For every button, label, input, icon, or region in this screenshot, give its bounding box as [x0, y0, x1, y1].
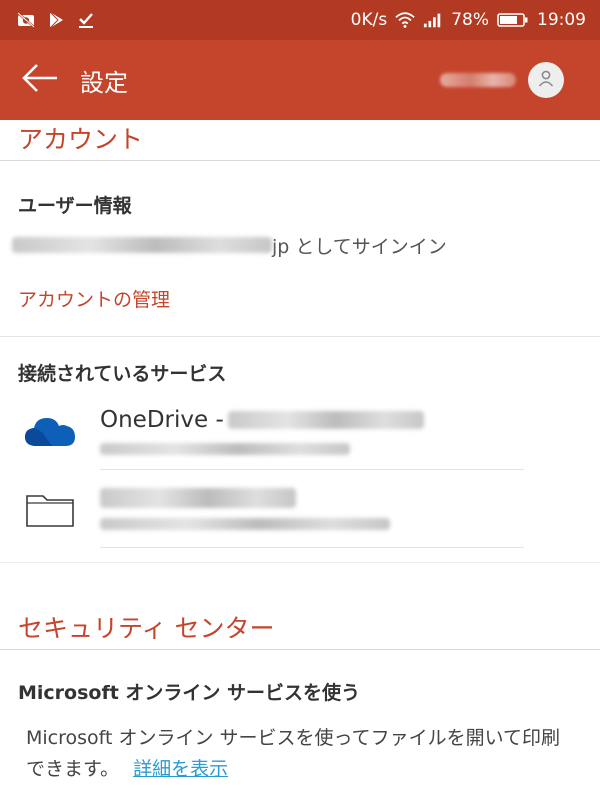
service-name: OneDrive -: [100, 407, 524, 433]
battery-percent: 78%: [451, 10, 489, 30]
network-speed: 0K/s: [350, 10, 388, 30]
play-store-icon: [46, 10, 66, 30]
clock: 19:09: [537, 10, 586, 30]
avatar[interactable]: [528, 62, 564, 98]
service-onedrive[interactable]: OneDrive -: [0, 392, 600, 470]
service-sharepoint-site[interactable]: [0, 470, 600, 548]
service-onedrive-details: OneDrive -: [100, 392, 524, 470]
security-section-header: セキュリティ センター: [18, 614, 275, 643]
settings-content: アカウント ユーザー情報 jp としてサインイン アカウントの管理 接続されてい…: [0, 120, 600, 785]
service-url-redacted: [100, 442, 350, 455]
folder-icon: [22, 481, 78, 537]
person-icon: [537, 69, 555, 91]
ms-online-services-description: Microsoft オンライン サービスを使ってファイルを開いて印刷できます。詳…: [0, 723, 600, 785]
tenant-name-redacted: [227, 410, 424, 429]
app-bar: 設定: [0, 40, 600, 120]
page-title: 設定: [80, 68, 128, 97]
account-name-redacted: [440, 73, 516, 87]
arrow-left-icon: [21, 63, 59, 97]
ms-online-services-title: Microsoft オンライン サービスを使う: [18, 682, 361, 704]
email-redacted: [12, 237, 272, 253]
details-link[interactable]: 詳細を表示: [133, 758, 228, 780]
status-bar: 0K/s 78% 19:09: [0, 0, 600, 40]
back-button[interactable]: [0, 40, 80, 120]
service-name-prefix: OneDrive -: [100, 406, 224, 433]
site-name-redacted: [100, 487, 296, 508]
user-info-title: ユーザー情報: [18, 195, 132, 217]
status-indicators: 0K/s 78% 19:09: [351, 10, 586, 30]
signin-status-text: jp としてサインイン: [272, 235, 447, 258]
camera-off-icon: [16, 10, 36, 30]
status-notifications: [16, 10, 96, 30]
signal-icon: [423, 10, 443, 30]
signin-status: jp としてサインイン: [0, 230, 600, 260]
account-section-header: アカウント: [18, 125, 144, 154]
ms-services-desc-text: Microsoft オンライン サービスを使ってファイルを開いて印刷できます。: [26, 727, 561, 780]
site-url-redacted: [100, 517, 390, 530]
connected-services-title: 接続されているサービス: [18, 363, 227, 385]
onedrive-cloud-icon: [22, 403, 78, 459]
battery-icon: [497, 10, 529, 30]
download-done-icon: [76, 10, 96, 30]
manage-account-link[interactable]: アカウントの管理: [0, 285, 600, 312]
wifi-icon: [395, 10, 415, 30]
service-site-details: [100, 470, 524, 548]
